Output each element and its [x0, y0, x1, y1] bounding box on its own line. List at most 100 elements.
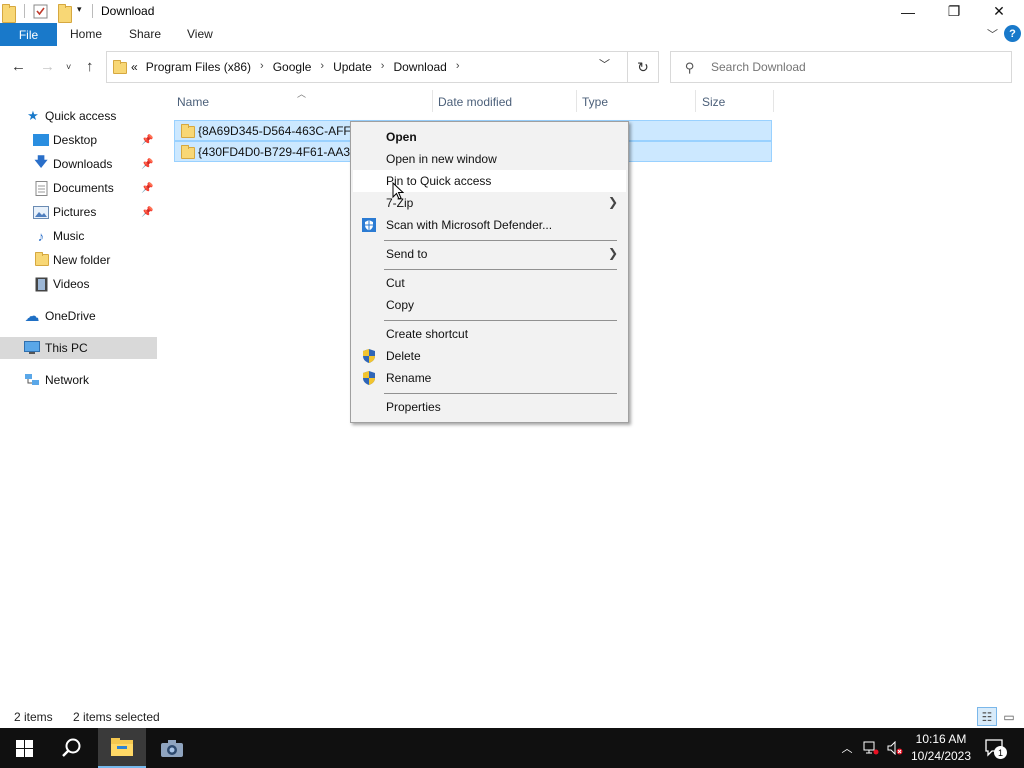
window-title: Download — [101, 4, 155, 18]
chevron-right-icon: ❯ — [607, 246, 618, 260]
show-hidden-icons-icon[interactable]: ︿ — [836, 728, 858, 768]
menu-item-delete[interactable]: Delete — [353, 345, 626, 367]
column-headers: ︿ Name Date modified Type Size — [157, 88, 1024, 114]
column-divider[interactable] — [432, 90, 433, 112]
back-button[interactable]: ← — [11, 58, 26, 75]
search-input[interactable] — [711, 60, 1001, 74]
volume-muted-icon[interactable] — [884, 728, 906, 768]
menu-item-cut[interactable]: Cut — [353, 272, 626, 294]
nav-item-music[interactable]: ♪ Music — [0, 225, 157, 247]
address-dropdown-icon[interactable]: ﹀ — [599, 56, 610, 72]
nav-item-desktop[interactable]: Desktop 📌 — [0, 129, 157, 151]
menu-label: Scan with Microsoft Defender... — [386, 218, 553, 232]
file-explorer-icon — [111, 738, 133, 756]
expand-ribbon-icon[interactable]: ﹀ — [987, 26, 998, 42]
folder-icon — [2, 4, 16, 23]
notification-badge: 1 — [994, 746, 1007, 759]
forward-button[interactable]: → — [40, 58, 55, 75]
help-icon[interactable]: ? — [1004, 25, 1021, 42]
tab-file[interactable]: File — [0, 23, 57, 46]
nav-onedrive[interactable]: ☁ OneDrive — [0, 305, 157, 327]
menu-item-create-shortcut[interactable]: Create shortcut — [353, 323, 626, 345]
menu-item-properties[interactable]: Properties — [353, 396, 626, 418]
menu-label: Open in new window — [386, 152, 497, 166]
ribbon: File Home Share View ﹀ ? — [0, 23, 1024, 46]
customize-toolbar-icon[interactable]: ▾ — [77, 4, 82, 21]
nav-item-downloads[interactable]: 🡇 Downloads 📌 — [0, 153, 157, 175]
nav-this-pc[interactable]: This PC — [0, 337, 157, 359]
nav-item-new-folder[interactable]: New folder — [0, 249, 157, 271]
start-button[interactable] — [0, 728, 48, 768]
nav-item-documents[interactable]: Documents 📌 — [0, 177, 157, 199]
tab-home[interactable]: Home — [70, 27, 102, 41]
column-divider[interactable] — [695, 90, 696, 112]
details-view-icon[interactable]: ☷ — [977, 707, 997, 726]
nav-label: New folder — [53, 253, 111, 267]
breadcrumb-update[interactable]: Update — [333, 60, 372, 74]
large-icons-view-icon[interactable]: ▭ — [999, 707, 1019, 726]
breadcrumb-download[interactable]: Download — [393, 60, 446, 74]
column-date-modified[interactable]: Date modified — [438, 95, 512, 109]
taskbar-search-button[interactable] — [48, 728, 96, 768]
menu-item-scan-defender[interactable]: Scan with Microsoft Defender... — [353, 214, 626, 236]
up-button[interactable]: ↑ — [86, 58, 94, 75]
divider — [92, 4, 93, 18]
maximize-button[interactable]: ❐ — [931, 0, 977, 23]
chevron-right-icon[interactable]: › — [320, 60, 324, 74]
recent-locations-icon[interactable]: ˅ — [66, 62, 71, 72]
address-bar[interactable]: « Program Files (x86) › Google › Update … — [106, 51, 659, 83]
selection-count: 2 items selected — [73, 710, 160, 724]
search-box[interactable]: ⚲ — [670, 51, 1012, 83]
nav-label: Videos — [53, 277, 90, 291]
camera-icon — [161, 740, 183, 757]
action-center-button[interactable]: 1 — [980, 728, 1010, 768]
menu-item-open-new-window[interactable]: Open in new window — [353, 148, 626, 170]
menu-item-copy[interactable]: Copy — [353, 294, 626, 316]
mouse-cursor-icon — [392, 182, 404, 200]
chevron-right-icon[interactable]: › — [260, 60, 264, 74]
title-bar: ▾ Download — ❐ ✕ — [0, 0, 1024, 23]
menu-item-open[interactable]: Open — [353, 126, 626, 148]
uac-shield-icon — [361, 370, 377, 386]
properties-icon[interactable] — [33, 4, 48, 19]
taskbar-camera-app[interactable] — [148, 728, 196, 768]
column-type[interactable]: Type — [582, 95, 608, 109]
nav-label: Quick access — [45, 109, 117, 123]
search-icon — [62, 738, 81, 757]
menu-item-send-to[interactable]: Send to ❯ — [353, 243, 626, 265]
menu-label: Send to — [386, 247, 428, 261]
chevron-right-icon[interactable]: › — [456, 60, 460, 74]
column-divider[interactable] — [576, 90, 577, 112]
column-name[interactable]: Name — [177, 95, 209, 109]
menu-label: Properties — [386, 400, 441, 414]
taskbar-file-explorer[interactable] — [98, 728, 146, 768]
file-name: {430FD4D0-B729-4F61-AA34- — [198, 145, 361, 159]
new-folder-icon[interactable] — [58, 4, 72, 23]
breadcrumb-google[interactable]: Google — [273, 60, 312, 74]
music-icon: ♪ — [37, 228, 45, 244]
tab-share[interactable]: Share — [129, 27, 161, 41]
defender-icon — [361, 217, 377, 233]
sort-ascending-icon: ︿ — [297, 89, 307, 99]
minimize-button[interactable]: — — [885, 0, 931, 23]
nav-label: Network — [45, 373, 90, 387]
nav-item-videos[interactable]: Videos — [0, 273, 157, 295]
nav-network[interactable]: Network — [0, 369, 157, 391]
star-icon: ★ — [27, 108, 39, 123]
column-size[interactable]: Size — [702, 95, 725, 109]
nav-quick-access[interactable]: ★ Quick access — [0, 105, 157, 127]
taskbar-clock[interactable]: 10:16 AM 10/24/2023 — [908, 731, 974, 765]
pin-icon: 📌 — [141, 206, 154, 218]
computer-icon — [24, 340, 40, 356]
breadcrumb-overflow[interactable]: « — [131, 60, 138, 74]
column-divider[interactable] — [773, 90, 774, 112]
network-status-icon[interactable] — [860, 728, 882, 768]
tab-view[interactable]: View — [187, 27, 213, 41]
breadcrumb-program-files[interactable]: Program Files (x86) — [146, 60, 251, 74]
nav-item-pictures[interactable]: Pictures 📌 — [0, 201, 157, 223]
menu-item-rename[interactable]: Rename — [353, 367, 626, 389]
nav-label: OneDrive — [45, 309, 96, 323]
close-button[interactable]: ✕ — [976, 0, 1022, 23]
refresh-button[interactable]: ↻ — [627, 51, 659, 83]
chevron-right-icon[interactable]: › — [381, 60, 385, 74]
